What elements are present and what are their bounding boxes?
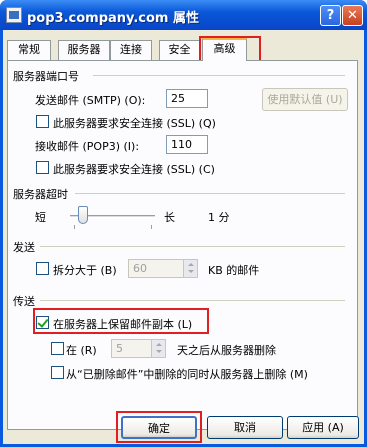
timeout-value: 1 分 (208, 211, 230, 224)
delivery-divider (40, 300, 345, 301)
close-button[interactable]: ✕ (342, 5, 363, 26)
properties-window: pop3.company.com 属性 ? ✕ 常规 服务器 连接 安全 高级 … (0, 0, 367, 447)
timeout-short-label: 短 (35, 211, 46, 224)
dialog-client: 常规 服务器 连接 安全 高级 服务器端口号 发送邮件 (SMTP) (O): … (3, 30, 364, 444)
slider-tick (151, 225, 152, 229)
title-bar[interactable]: pop3.company.com 属性 ? ✕ (0, 0, 367, 30)
remove-days-input[interactable]: 5 (111, 339, 166, 358)
sending-divider (40, 246, 345, 247)
timeout-group-title: 服务器超时 (13, 188, 68, 201)
ok-highlight (116, 411, 202, 443)
sending-group-title: 发送 (13, 241, 35, 254)
tab-connection[interactable]: 连接 (110, 40, 152, 60)
mail-account-icon (6, 7, 22, 23)
timeout-long-label: 长 (164, 211, 175, 224)
pop3-ssl-checkbox[interactable] (36, 161, 49, 174)
split-unit-label: KB 的邮件 (208, 264, 260, 277)
window-title: pop3.company.com 属性 (27, 11, 199, 26)
remove-after-checkbox[interactable] (51, 342, 64, 355)
remove-deleted-checkbox[interactable] (51, 366, 64, 379)
smtp-port-input[interactable]: 25 (166, 89, 208, 108)
use-default-button[interactable]: 使用默认值 (U) (262, 88, 348, 111)
remove-deleted-label[interactable]: 从“已删除邮件”中删除的同时从服务器上删除 (M) (66, 366, 308, 382)
apply-button[interactable]: 应用 (A) (287, 416, 359, 439)
leave-copy-highlight (33, 308, 209, 334)
remove-after-label[interactable]: 在 (R) (66, 342, 97, 358)
smtp-ssl-label[interactable]: 此服务器要求安全连接 (SSL) (Q) (53, 115, 216, 131)
smtp-port-label: 发送邮件 (SMTP) (O): (35, 94, 146, 107)
split-label[interactable]: 拆分大于 (B) (53, 262, 117, 278)
remove-after-unit: 天之后从服务器删除 (177, 344, 276, 357)
ports-group-title: 服务器端口号 (13, 70, 79, 83)
pop3-ssl-label[interactable]: 此服务器要求安全连接 (SSL) (C) (53, 161, 215, 177)
cancel-button[interactable]: 取消 (207, 416, 283, 439)
pop3-port-input[interactable]: 110 (166, 135, 208, 154)
slider-tick (74, 225, 75, 229)
tab-advanced[interactable]: 高级 (202, 38, 247, 61)
split-size-input[interactable]: 60 (128, 259, 198, 278)
advanced-panel: 服务器端口号 发送邮件 (SMTP) (O): 25 使用默认值 (U) 此服务… (7, 60, 358, 430)
pop3-port-label: 接收邮件 (POP3) (I): (35, 140, 140, 153)
tab-general[interactable]: 常规 (7, 40, 51, 60)
remove-days-spinner[interactable] (151, 340, 165, 357)
ports-divider (93, 75, 345, 76)
split-checkbox[interactable] (36, 262, 49, 275)
timeout-divider (75, 193, 345, 194)
smtp-ssl-checkbox[interactable] (36, 115, 49, 128)
timeout-slider-thumb[interactable] (77, 206, 88, 224)
tab-server[interactable]: 服务器 (58, 40, 110, 60)
delivery-group-title: 传送 (13, 295, 35, 308)
help-button[interactable]: ? (320, 5, 341, 26)
split-size-spinner[interactable] (183, 260, 197, 277)
remove-days-value: 5 (116, 342, 123, 355)
tab-security[interactable]: 安全 (159, 40, 200, 60)
split-size-value: 60 (133, 262, 147, 275)
